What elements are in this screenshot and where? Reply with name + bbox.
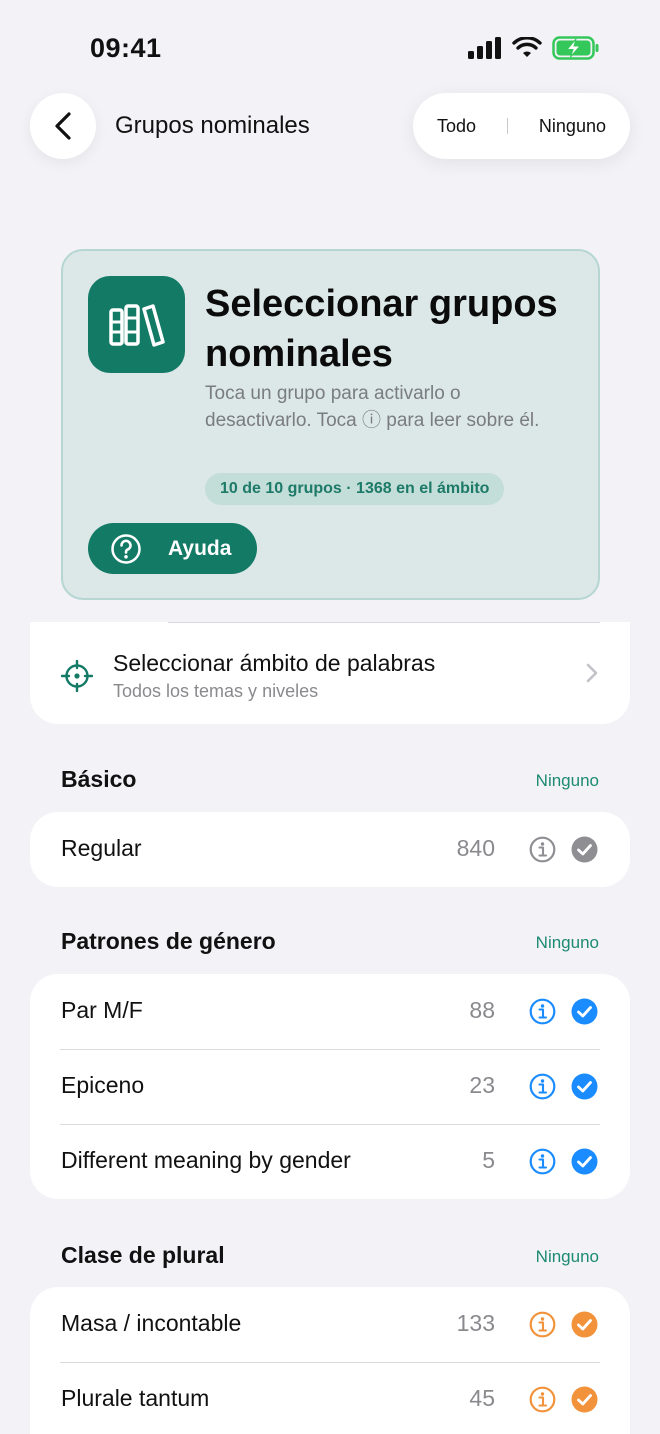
battery-charging-icon [552,36,599,60]
info-icon[interactable] [529,1311,556,1338]
checkmark-circle-icon[interactable] [571,1073,598,1100]
section-none-button-plural[interactable]: Ninguno [536,1247,599,1267]
section-title-basico: Básico [61,766,137,792]
info-icon[interactable] [529,1148,556,1175]
row-count: 133 [456,1310,495,1336]
chevron-left-icon [55,112,71,140]
section-none-button-basico[interactable]: Ninguno [536,771,599,791]
help-button-label: Ayuda [168,536,232,560]
row-count: 45 [469,1385,495,1411]
checkmark-circle-icon[interactable] [571,1386,598,1413]
scope-title: Seleccionar ámbito de palabras [113,650,436,676]
group-count-badge: 10 de 10 grupos · 1368 en el ámbito [205,473,505,505]
segment-divider [506,118,508,134]
select-none-button[interactable]: Ninguno [539,116,606,137]
select-all-none-control: Todo Ninguno [413,93,630,159]
list-item[interactable]: Regular 840 [30,812,630,887]
row-label: Plurale tantum [61,1385,210,1411]
status-icons [468,36,600,60]
hero-title: Seleccionar grupos nominales [205,283,558,375]
status-time: 09:41 [90,33,162,63]
checkmark-circle-icon[interactable] [571,1148,598,1175]
hero-description: Toca un grupo para activarlo o desactiva… [205,383,540,431]
checkmark-circle-icon[interactable] [571,998,598,1025]
status-bar: 09:41 [0,0,660,90]
list-item[interactable]: Masa / incontable 133 [30,1287,630,1362]
cellular-signal-icon [468,37,501,59]
wifi-icon [512,37,542,57]
row-count: 840 [456,835,495,861]
checkmark-circle-icon[interactable] [571,836,598,863]
list-item[interactable]: Epiceno 23 [30,1049,630,1124]
row-label: Epiceno [61,1072,145,1098]
row-label: Regular [61,835,142,861]
info-icon[interactable] [529,998,556,1025]
chevron-right-icon [586,663,598,683]
question-circle-icon [111,533,141,564]
checkmark-circle-icon[interactable] [571,1311,598,1338]
word-scope-row[interactable]: Seleccionar ámbito de palabras Todos los… [30,622,630,724]
help-button[interactable]: Ayuda [88,523,257,574]
row-label: Masa / incontable [61,1310,242,1336]
row-label: Different meaning by gender [61,1147,351,1173]
list-item[interactable]: Plurale tantum 45 [30,1362,630,1434]
books-icon [108,303,165,347]
row-count: 23 [469,1072,495,1098]
crosshair-icon [61,660,93,692]
list-item[interactable]: Par M/F 88 [30,974,630,1049]
section-list-genero: Par M/F 88 Epiceno 23 Different meaning … [30,974,630,1199]
hero-card: Seleccionar grupos nominales Toca un gru… [61,249,600,600]
info-icon[interactable] [529,1386,556,1413]
info-icon[interactable] [529,836,556,863]
hero-app-icon [88,276,185,373]
row-count: 88 [469,997,495,1023]
scope-subtitle: Todos los temas y niveles [113,681,319,701]
list-item[interactable]: Different meaning by gender 5 [30,1124,630,1199]
scope-divider [168,622,600,623]
section-list-basico: Regular 840 [30,812,630,887]
page-title: Grupos nominales [115,112,310,139]
section-list-plural: Masa / incontable 133 Plurale tantum 45 [30,1287,630,1434]
section-title-plural: Clase de plural [61,1242,225,1268]
section-title-genero: Patrones de género [61,928,276,954]
select-all-button[interactable]: Todo [437,116,476,137]
row-count: 5 [482,1147,495,1173]
section-none-button-genero[interactable]: Ninguno [536,933,599,953]
back-button[interactable] [30,93,96,159]
info-icon[interactable] [529,1073,556,1100]
row-label: Par M/F [61,997,143,1023]
